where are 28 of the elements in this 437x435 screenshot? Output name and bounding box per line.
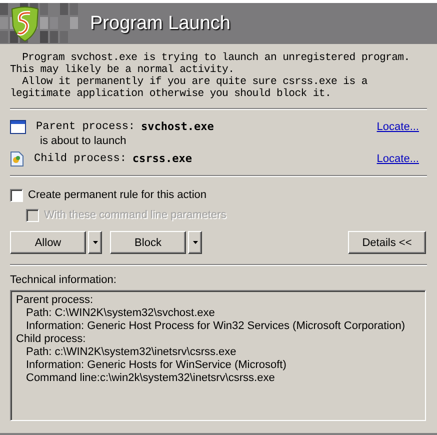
process-name: csrss.exe	[132, 152, 192, 165]
process-name: svchost.exe	[141, 120, 214, 133]
caret-icon	[92, 241, 98, 244]
file-icon	[10, 150, 24, 166]
window-title: Program Launch	[90, 12, 230, 34]
launch-note: is about to launch	[40, 135, 128, 149]
locate-link[interactable]: Locate...	[376, 120, 419, 132]
action-button[interactable]: Allow	[10, 231, 86, 254]
caret-icon	[192, 241, 198, 244]
window-icon	[10, 120, 26, 134]
process-label: Child process:	[34, 152, 126, 164]
info-line: Information: Generic Host Process for Win32 Services (Microsoft Corporation)	[26, 320, 406, 333]
technical-label: Technical information:	[10, 274, 118, 286]
info-line: Path: c:\WIN2K\system32\inetsrv\csrss.exe	[26, 346, 238, 359]
info-line: Child process:	[16, 333, 87, 346]
details-button[interactable]: Details <<	[348, 231, 426, 254]
checkbox[interactable]	[10, 188, 23, 202]
locate-link[interactable]: Locate...	[376, 152, 419, 164]
checkbox-label: Create permanent rule for this action	[28, 189, 207, 201]
dropdown-button[interactable]	[188, 231, 202, 254]
action-button[interactable]: Block	[110, 231, 186, 254]
info-line: Path: C:\WIN2K\system32\svchost.exe	[26, 307, 216, 320]
process-label: Parent process:	[36, 120, 136, 132]
info-line: Information: Generic Hosts for WinService (Microsoft)	[26, 359, 288, 372]
info-line: Parent process:	[16, 294, 94, 307]
dropdown-button[interactable]	[88, 231, 102, 254]
warning-message: Program svchost.exe is trying to launch an unregistered program. This may likely be a normal activity. Allow it permanently if you are quite sure csrss.exe is a legitimate application otherwise you should block it.	[10, 52, 411, 100]
info-line: Command line:c:\win2k\system32\inetsrv\csrss.exe	[26, 372, 276, 385]
